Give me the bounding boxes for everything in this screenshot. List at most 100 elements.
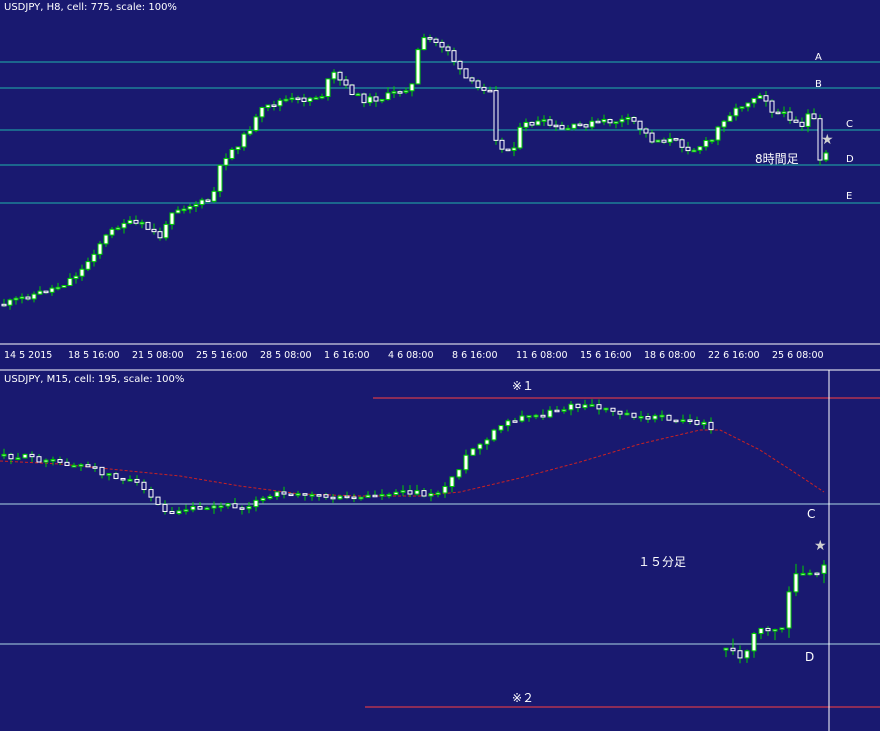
level-label-d-m15: D [805,650,814,664]
candle-body [187,205,193,210]
candle-body [337,495,343,500]
candle-body [637,120,643,130]
candle-body [73,275,79,279]
candle-body [638,416,644,419]
candle-body [512,420,518,423]
candle-body [1,453,7,457]
candle-body [241,133,247,148]
candle-body [99,466,105,476]
m15-chart-panel: USDJPY, M15, cell: 195, scale: 100% ※１ ※… [0,370,880,731]
candle-body [559,124,565,130]
candle-body [805,113,811,127]
candle-body [225,503,231,507]
candle-body [316,494,322,497]
candle-body [13,297,19,301]
candle-body [351,496,357,500]
candle-body [541,119,547,122]
candle-body [442,486,448,494]
candle-body [223,157,229,166]
candle-body [43,459,49,463]
candle-body [775,111,781,115]
candle-body [253,116,259,132]
candle-body [625,117,631,120]
candle-body [463,454,469,471]
candle-body [295,493,301,496]
level-label-c: C [846,119,853,130]
candle-body [133,219,139,224]
candle-body [523,121,529,128]
candle-body [745,102,751,108]
candle-body [211,190,217,202]
candle-body [733,107,739,117]
candle-body [175,209,181,214]
candle-body [439,41,445,48]
candle-body [757,95,763,99]
candle-body [358,496,364,500]
candle-body [673,138,679,141]
candle-body [561,409,567,412]
candle-body [477,443,483,450]
candle-body [344,495,350,499]
candle-body [799,121,805,127]
candle-body [57,459,63,463]
candle-body [50,459,56,462]
candle-body [414,490,420,495]
candle-body [8,453,14,460]
candle-body [568,403,574,411]
candle-body [85,261,91,270]
candle-body [337,71,343,81]
candle-body [265,104,271,109]
candle-body [435,492,441,495]
candle-body [779,627,785,631]
candle-body [78,464,84,467]
candle-body [253,499,259,508]
candle-body [619,118,625,123]
m15-header: USDJPY, M15, cell: 195, scale: 100% [4,374,184,385]
candle-body [807,572,813,576]
candle-body [533,414,539,418]
candle-body [365,494,371,498]
candle-body [205,199,211,202]
x-tick-label: 15 6 16:00 [580,350,632,361]
candle-body [145,221,151,230]
candle-body [361,93,367,104]
candle-body [577,123,583,127]
candle-body [204,507,210,511]
candle-body [397,91,403,94]
x-tick-label: 11 6 08:00 [516,350,568,361]
candle-body [703,139,709,148]
candle-body [727,115,733,122]
candle-body [680,419,686,422]
candle-body [386,493,392,497]
candle-body [331,71,337,80]
candle-body [343,79,349,86]
candle-body [169,212,175,225]
chart-area: USDJPY, H8, cell: 775, scale: 100% A B C… [0,2,880,731]
candle-body [811,113,817,120]
candle-body [582,404,588,409]
candle-body [218,505,224,508]
x-tick-label: 28 5 08:00 [260,350,312,361]
candle-body [535,120,541,126]
candle-body [493,90,499,141]
candle-body [157,231,163,239]
candle-body [487,89,493,93]
candle-body [64,461,70,466]
candle-body [139,221,145,225]
candle-body [655,139,661,143]
candle-body [162,503,168,513]
candle-body [246,506,252,510]
candle-body [232,503,238,509]
candle-body [409,83,415,92]
candle-body [22,453,28,459]
candle-body [403,90,409,93]
candle-body [1,303,7,307]
candle-body [481,86,487,91]
candle-body [821,564,827,574]
candle-body [373,96,379,102]
x-tick-label: 25 6 08:00 [772,350,824,361]
candle-body [176,510,182,514]
candle-body [758,627,764,635]
candle-body [355,93,361,97]
candle-body [319,96,325,99]
